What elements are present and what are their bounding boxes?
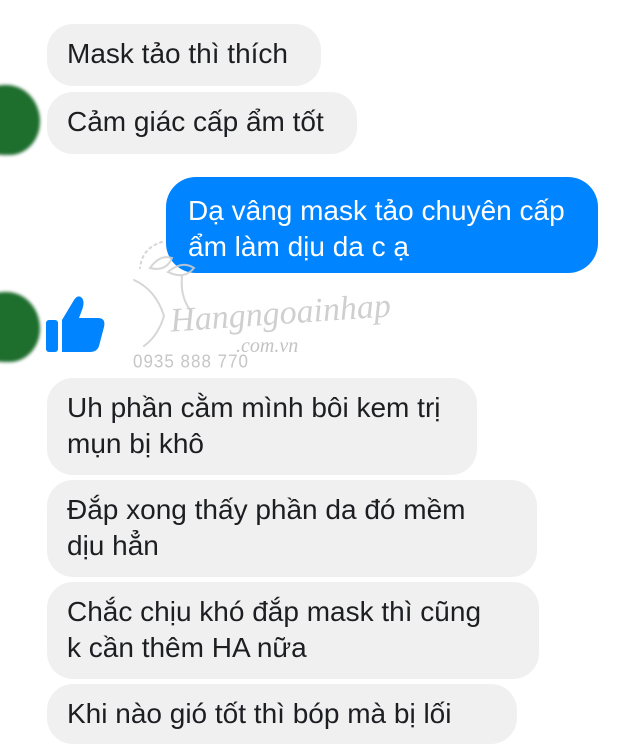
- message-text: Dạ vâng mask tảo chuyên cấp: [188, 195, 565, 226]
- message-bubble-incoming[interactable]: Đắp xong thấy phần da đó mềm dịu hẳn: [47, 480, 537, 577]
- watermark-phone: 0935 888 770: [133, 351, 249, 372]
- contact-avatar[interactable]: [0, 85, 40, 155]
- message-bubble-incoming[interactable]: Uh phần cằm mình bôi kem trị mụn bị khô: [47, 378, 477, 475]
- message-text: Mask tảo thì thích: [67, 38, 288, 69]
- message-text: mụn bị khô: [67, 428, 204, 459]
- thumbs-up-icon[interactable]: [40, 290, 110, 360]
- message-text: Chắc chịu khó đắp mask thì cũng: [67, 596, 482, 627]
- contact-avatar[interactable]: [0, 292, 40, 362]
- message-bubble-incoming[interactable]: Chắc chịu khó đắp mask thì cũng k cần th…: [47, 582, 539, 679]
- message-text: Cảm giác cấp ẩm tốt: [67, 106, 324, 137]
- message-text: dịu hẳn: [67, 530, 159, 561]
- message-bubble-incoming[interactable]: Mask tảo thì thích: [47, 24, 321, 86]
- message-text: Uh phần cằm mình bôi kem trị: [67, 392, 441, 423]
- message-text: Đắp xong thấy phần da đó mềm: [67, 494, 466, 525]
- message-text: Khi nào gió tốt thì bóp mà bị lối: [67, 698, 452, 729]
- message-bubble-incoming[interactable]: Cảm giác cấp ẩm tốt: [47, 92, 357, 154]
- message-text: k cần thêm HA nữa: [67, 632, 307, 663]
- message-bubble-incoming[interactable]: Khi nào gió tốt thì bóp mà bị lối: [47, 684, 517, 744]
